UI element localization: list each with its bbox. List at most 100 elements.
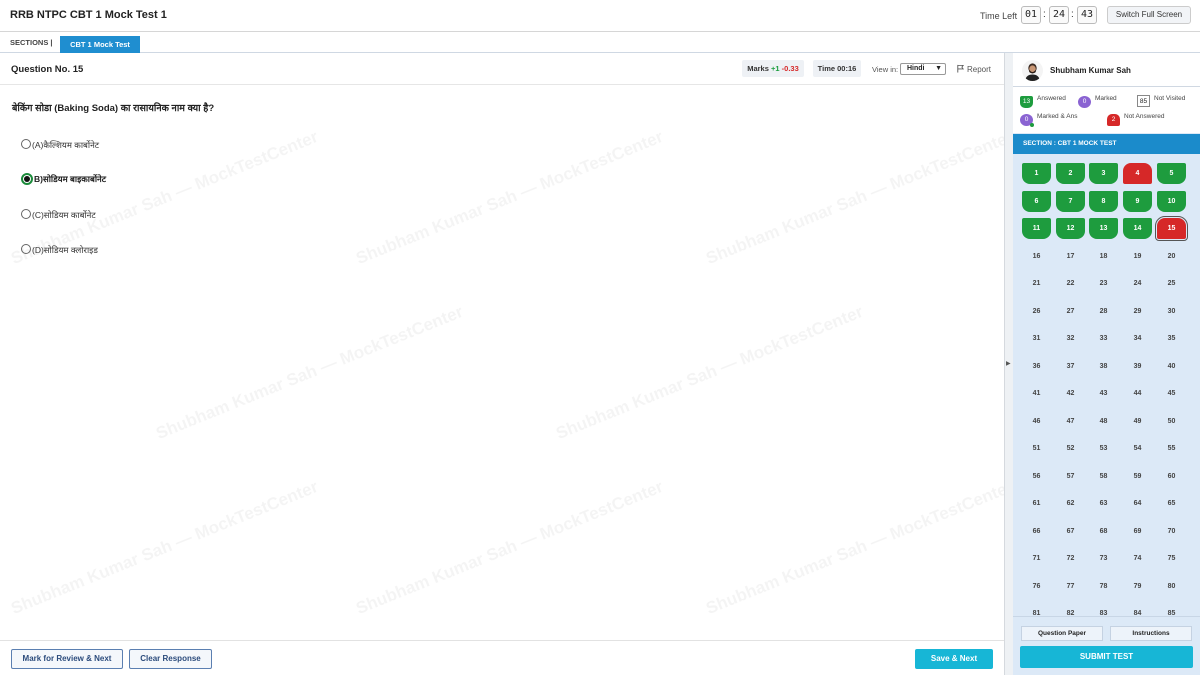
palette-question-38[interactable]: 38: [1089, 356, 1118, 377]
palette-question-49[interactable]: 49: [1123, 411, 1152, 432]
palette-question-22[interactable]: 22: [1056, 273, 1085, 294]
palette-question-12[interactable]: 12: [1056, 218, 1085, 239]
palette-question-70[interactable]: 70: [1157, 521, 1186, 542]
palette-question-3[interactable]: 3: [1089, 163, 1118, 184]
palette-question-43[interactable]: 43: [1089, 383, 1118, 404]
palette-question-2[interactable]: 2: [1056, 163, 1085, 184]
option-a[interactable]: (A)कैल्शियम कार्बोनेट: [21, 139, 99, 151]
palette-question-68[interactable]: 68: [1089, 521, 1118, 542]
question-paper-button[interactable]: Question Paper: [1021, 626, 1103, 641]
palette-question-60[interactable]: 60: [1157, 466, 1186, 487]
palette-question-77[interactable]: 77: [1056, 576, 1085, 597]
palette-question-53[interactable]: 53: [1089, 438, 1118, 459]
palette-question-78[interactable]: 78: [1089, 576, 1118, 597]
palette-question-67[interactable]: 67: [1056, 521, 1085, 542]
palette-question-29[interactable]: 29: [1123, 301, 1152, 322]
option-d[interactable]: (D)सोडियम क्लोराइड: [21, 244, 98, 256]
palette-question-58[interactable]: 58: [1089, 466, 1118, 487]
palette-question-85[interactable]: 85: [1157, 603, 1186, 616]
palette-question-82[interactable]: 82: [1056, 603, 1085, 616]
instructions-button[interactable]: Instructions: [1110, 626, 1192, 641]
palette-question-69[interactable]: 69: [1123, 521, 1152, 542]
option-b[interactable]: B)सोडियम बाइकार्बोनेट: [21, 173, 106, 185]
palette-question-40[interactable]: 40: [1157, 356, 1186, 377]
palette-question-35[interactable]: 35: [1157, 328, 1186, 349]
palette-question-73[interactable]: 73: [1089, 548, 1118, 569]
palette-question-17[interactable]: 17: [1056, 246, 1085, 267]
palette-question-57[interactable]: 57: [1056, 466, 1085, 487]
report-button[interactable]: Report: [956, 64, 991, 74]
palette-question-79[interactable]: 79: [1123, 576, 1152, 597]
palette-question-20[interactable]: 20: [1157, 246, 1186, 267]
palette-question-32[interactable]: 32: [1056, 328, 1085, 349]
palette-question-15[interactable]: 15: [1155, 216, 1188, 241]
tab-cbt-1-mock-test[interactable]: CBT 1 Mock Test: [60, 36, 140, 53]
radio-option-d[interactable]: [21, 244, 31, 254]
mark-for-review-button[interactable]: Mark for Review & Next: [11, 649, 123, 669]
radio-option-b[interactable]: [21, 173, 33, 185]
palette-question-81[interactable]: 81: [1022, 603, 1051, 616]
palette-question-36[interactable]: 36: [1022, 356, 1051, 377]
palette-question-66[interactable]: 66: [1022, 521, 1051, 542]
palette-question-62[interactable]: 62: [1056, 493, 1085, 514]
palette-question-27[interactable]: 27: [1056, 301, 1085, 322]
palette-question-54[interactable]: 54: [1123, 438, 1152, 459]
palette-question-31[interactable]: 31: [1022, 328, 1051, 349]
palette-question-14[interactable]: 14: [1123, 218, 1152, 239]
palette-question-84[interactable]: 84: [1123, 603, 1152, 616]
palette-question-50[interactable]: 50: [1157, 411, 1186, 432]
palette-question-76[interactable]: 76: [1022, 576, 1051, 597]
palette-question-46[interactable]: 46: [1022, 411, 1051, 432]
palette-question-44[interactable]: 44: [1123, 383, 1152, 404]
palette-question-34[interactable]: 34: [1123, 328, 1152, 349]
palette-question-48[interactable]: 48: [1089, 411, 1118, 432]
palette-question-9[interactable]: 9: [1123, 190, 1152, 212]
palette-question-55[interactable]: 55: [1157, 438, 1186, 459]
palette-question-65[interactable]: 65: [1157, 493, 1186, 514]
language-select[interactable]: Hindi ▼: [900, 63, 946, 75]
palette-question-4[interactable]: 4: [1123, 163, 1152, 184]
palette-question-25[interactable]: 25: [1157, 273, 1186, 294]
palette-question-45[interactable]: 45: [1157, 383, 1186, 404]
switch-full-screen-button[interactable]: Switch Full Screen: [1107, 6, 1191, 24]
palette-question-83[interactable]: 83: [1089, 603, 1118, 616]
palette-question-42[interactable]: 42: [1056, 383, 1085, 404]
palette-question-51[interactable]: 51: [1022, 438, 1051, 459]
palette-question-24[interactable]: 24: [1123, 273, 1152, 294]
palette-question-1[interactable]: 1: [1022, 163, 1051, 184]
option-c[interactable]: (C)सोडियम कार्बोनेट: [21, 209, 96, 221]
palette-question-5[interactable]: 5: [1157, 163, 1186, 184]
save-next-button[interactable]: Save & Next: [915, 649, 993, 669]
palette-question-23[interactable]: 23: [1089, 273, 1118, 294]
palette-question-19[interactable]: 19: [1123, 246, 1152, 267]
palette-question-7[interactable]: 7: [1056, 190, 1085, 212]
submit-test-button[interactable]: SUBMIT TEST: [1020, 646, 1193, 668]
palette-question-56[interactable]: 56: [1022, 466, 1051, 487]
palette-question-59[interactable]: 59: [1123, 466, 1152, 487]
radio-option-c[interactable]: [21, 209, 31, 219]
palette-question-33[interactable]: 33: [1089, 328, 1118, 349]
clear-response-button[interactable]: Clear Response: [129, 649, 212, 669]
palette-question-16[interactable]: 16: [1022, 246, 1051, 267]
palette-question-39[interactable]: 39: [1123, 356, 1152, 377]
palette-question-75[interactable]: 75: [1157, 548, 1186, 569]
palette-question-64[interactable]: 64: [1123, 493, 1152, 514]
radio-option-a[interactable]: [21, 139, 31, 149]
palette-question-10[interactable]: 10: [1157, 190, 1186, 212]
panel-collapse-handle[interactable]: ▶: [1004, 53, 1013, 675]
palette-question-41[interactable]: 41: [1022, 383, 1051, 404]
palette-question-28[interactable]: 28: [1089, 301, 1118, 322]
palette-question-80[interactable]: 80: [1157, 576, 1186, 597]
palette-question-71[interactable]: 71: [1022, 548, 1051, 569]
palette-question-52[interactable]: 52: [1056, 438, 1085, 459]
palette-question-61[interactable]: 61: [1022, 493, 1051, 514]
palette-question-72[interactable]: 72: [1056, 548, 1085, 569]
palette-question-30[interactable]: 30: [1157, 301, 1186, 322]
palette-question-11[interactable]: 11: [1022, 218, 1051, 239]
palette-question-21[interactable]: 21: [1022, 273, 1051, 294]
palette-question-18[interactable]: 18: [1089, 246, 1118, 267]
palette-question-74[interactable]: 74: [1123, 548, 1152, 569]
palette-question-47[interactable]: 47: [1056, 411, 1085, 432]
palette-question-13[interactable]: 13: [1089, 218, 1118, 239]
palette-question-63[interactable]: 63: [1089, 493, 1118, 514]
